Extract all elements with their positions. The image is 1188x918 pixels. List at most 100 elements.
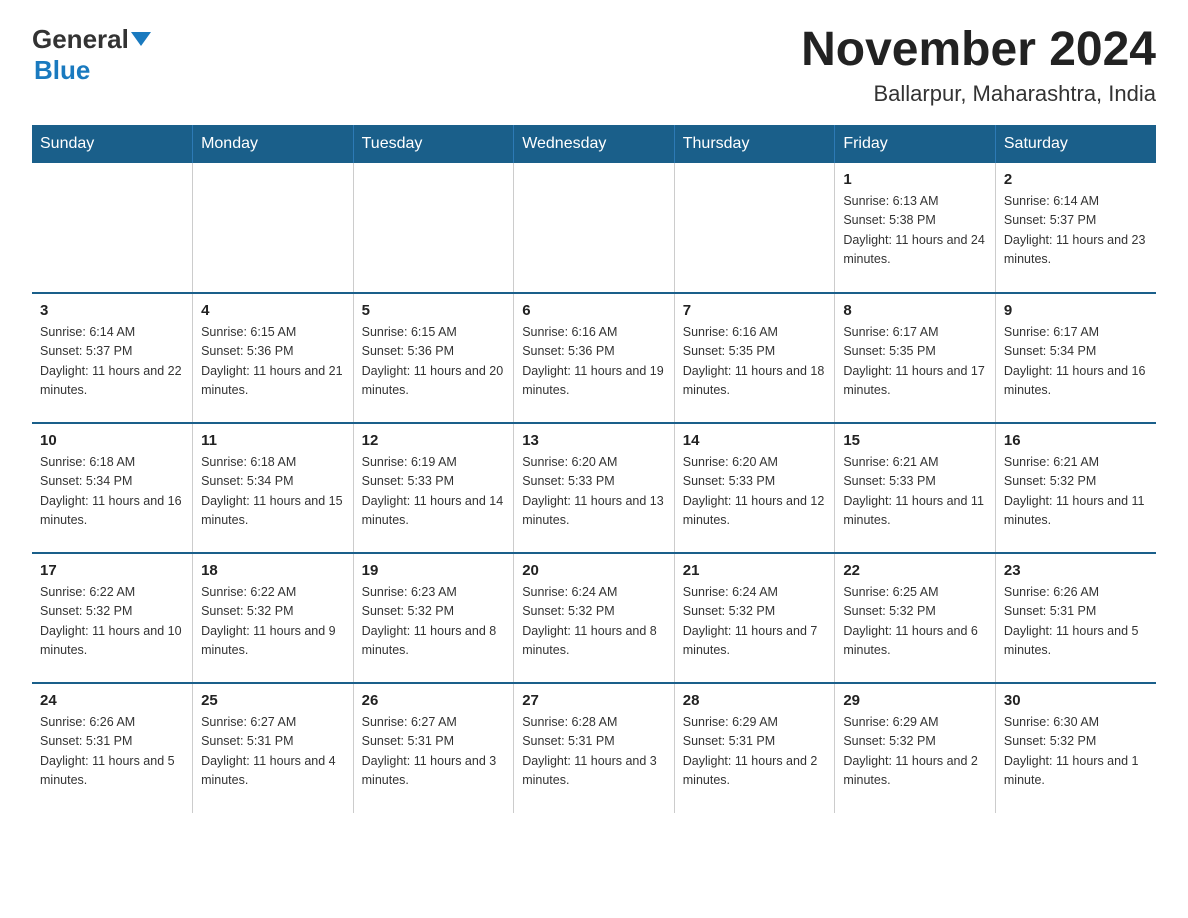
- calendar-cell: 9 Sunrise: 6:17 AMSunset: 5:34 PMDaylight…: [995, 293, 1156, 423]
- day-info: Sunrise: 6:28 AMSunset: 5:31 PMDaylight:…: [522, 713, 666, 791]
- calendar-cell: 22 Sunrise: 6:25 AMSunset: 5:32 PMDayligh…: [835, 553, 996, 683]
- day-info: Sunrise: 6:15 AMSunset: 5:36 PMDaylight:…: [201, 323, 345, 401]
- day-info: Sunrise: 6:25 AMSunset: 5:32 PMDaylight:…: [843, 583, 987, 661]
- calendar-cell: 24 Sunrise: 6:26 AMSunset: 5:31 PMDayligh…: [32, 683, 193, 813]
- day-number: 27: [522, 692, 666, 709]
- day-number: 12: [362, 432, 506, 449]
- day-info: Sunrise: 6:22 AMSunset: 5:32 PMDaylight:…: [201, 583, 345, 661]
- day-number: 2: [1004, 171, 1148, 188]
- calendar-cell: 13 Sunrise: 6:20 AMSunset: 5:33 PMDayligh…: [514, 423, 675, 553]
- calendar-week-row: 24 Sunrise: 6:26 AMSunset: 5:31 PMDayligh…: [32, 683, 1156, 813]
- day-info: Sunrise: 6:15 AMSunset: 5:36 PMDaylight:…: [362, 323, 506, 401]
- header-saturday: Saturday: [995, 125, 1156, 163]
- calendar-cell: 20 Sunrise: 6:24 AMSunset: 5:32 PMDayligh…: [514, 553, 675, 683]
- day-number: 18: [201, 562, 345, 579]
- day-info: Sunrise: 6:21 AMSunset: 5:33 PMDaylight:…: [843, 453, 987, 531]
- calendar-cell: 1Sunrise: 6:13 AMSunset: 5:38 PMDaylight…: [835, 163, 996, 293]
- day-number: 6: [522, 302, 666, 319]
- calendar-cell: 7Sunrise: 6:16 AMSunset: 5:35 PMDaylight…: [674, 293, 835, 423]
- calendar-cell: [514, 163, 675, 293]
- day-number: 7: [683, 302, 827, 319]
- day-info: Sunrise: 6:18 AMSunset: 5:34 PMDaylight:…: [201, 453, 345, 531]
- calendar-cell: 17Sunrise: 6:22 AMSunset: 5:32 PMDayligh…: [32, 553, 193, 683]
- day-info: Sunrise: 6:20 AMSunset: 5:33 PMDaylight:…: [522, 453, 666, 531]
- calendar-cell: 12 Sunrise: 6:19 AMSunset: 5:33 PMDayligh…: [353, 423, 514, 553]
- day-number: 3: [40, 302, 184, 319]
- day-number: 15: [843, 432, 987, 449]
- day-info: Sunrise: 6:29 AMSunset: 5:32 PMDaylight:…: [843, 713, 987, 791]
- page-header: General Blue November 2024 Ballarpur, Ma…: [32, 24, 1156, 107]
- calendar-cell: [674, 163, 835, 293]
- calendar-cell: 15 Sunrise: 6:21 AMSunset: 5:33 PMDayligh…: [835, 423, 996, 553]
- calendar-cell: 16Sunrise: 6:21 AMSunset: 5:32 PMDayligh…: [995, 423, 1156, 553]
- day-info: Sunrise: 6:26 AMSunset: 5:31 PMDaylight:…: [1004, 583, 1148, 661]
- day-info: Sunrise: 6:16 AMSunset: 5:36 PMDaylight:…: [522, 323, 666, 401]
- day-number: 30: [1004, 692, 1148, 709]
- calendar-cell: 5Sunrise: 6:15 AMSunset: 5:36 PMDaylight…: [353, 293, 514, 423]
- header-monday: Monday: [193, 125, 354, 163]
- calendar-subtitle: Ballarpur, Maharashtra, India: [801, 81, 1156, 107]
- calendar-table: SundayMondayTuesdayWednesdayThursdayFrid…: [32, 125, 1156, 813]
- calendar-cell: 18 Sunrise: 6:22 AMSunset: 5:32 PMDayligh…: [193, 553, 354, 683]
- day-info: Sunrise: 6:24 AMSunset: 5:32 PMDaylight:…: [683, 583, 827, 661]
- day-info: Sunrise: 6:27 AMSunset: 5:31 PMDaylight:…: [201, 713, 345, 791]
- calendar-cell: 27 Sunrise: 6:28 AMSunset: 5:31 PMDayligh…: [514, 683, 675, 813]
- calendar-cell: 3 Sunrise: 6:14 AMSunset: 5:37 PMDaylight…: [32, 293, 193, 423]
- day-info: Sunrise: 6:22 AMSunset: 5:32 PMDaylight:…: [40, 583, 184, 661]
- day-info: Sunrise: 6:24 AMSunset: 5:32 PMDaylight:…: [522, 583, 666, 661]
- calendar-cell: 29 Sunrise: 6:29 AMSunset: 5:32 PMDayligh…: [835, 683, 996, 813]
- day-number: 14: [683, 432, 827, 449]
- day-number: 23: [1004, 562, 1148, 579]
- day-number: 24: [40, 692, 184, 709]
- calendar-header-row: SundayMondayTuesdayWednesdayThursdayFrid…: [32, 125, 1156, 163]
- day-info: Sunrise: 6:17 AMSunset: 5:34 PMDaylight:…: [1004, 323, 1148, 401]
- day-number: 19: [362, 562, 506, 579]
- day-info: Sunrise: 6:27 AMSunset: 5:31 PMDaylight:…: [362, 713, 506, 791]
- day-number: 1: [843, 171, 987, 188]
- day-info: Sunrise: 6:14 AMSunset: 5:37 PMDaylight:…: [40, 323, 184, 401]
- day-number: 10: [40, 432, 184, 449]
- calendar-cell: 6 Sunrise: 6:16 AMSunset: 5:36 PMDaylight…: [514, 293, 675, 423]
- day-number: 11: [201, 432, 345, 449]
- calendar-cell: 19 Sunrise: 6:23 AMSunset: 5:32 PMDayligh…: [353, 553, 514, 683]
- day-number: 8: [843, 302, 987, 319]
- calendar-cell: 26 Sunrise: 6:27 AMSunset: 5:31 PMDayligh…: [353, 683, 514, 813]
- day-number: 21: [683, 562, 827, 579]
- calendar-cell: 10 Sunrise: 6:18 AMSunset: 5:34 PMDayligh…: [32, 423, 193, 553]
- header-wednesday: Wednesday: [514, 125, 675, 163]
- day-number: 20: [522, 562, 666, 579]
- day-info: Sunrise: 6:30 AMSunset: 5:32 PMDaylight:…: [1004, 713, 1148, 791]
- day-number: 13: [522, 432, 666, 449]
- calendar-week-row: 10 Sunrise: 6:18 AMSunset: 5:34 PMDayligh…: [32, 423, 1156, 553]
- day-info: Sunrise: 6:29 AMSunset: 5:31 PMDaylight:…: [683, 713, 827, 791]
- calendar-cell: 30 Sunrise: 6:30 AMSunset: 5:32 PMDayligh…: [995, 683, 1156, 813]
- calendar-cell: 11 Sunrise: 6:18 AMSunset: 5:34 PMDayligh…: [193, 423, 354, 553]
- calendar-cell: 21 Sunrise: 6:24 AMSunset: 5:32 PMDayligh…: [674, 553, 835, 683]
- day-number: 9: [1004, 302, 1148, 319]
- calendar-week-row: 17Sunrise: 6:22 AMSunset: 5:32 PMDayligh…: [32, 553, 1156, 683]
- day-number: 26: [362, 692, 506, 709]
- day-info: Sunrise: 6:23 AMSunset: 5:32 PMDaylight:…: [362, 583, 506, 661]
- day-info: Sunrise: 6:20 AMSunset: 5:33 PMDaylight:…: [683, 453, 827, 531]
- header-friday: Friday: [835, 125, 996, 163]
- header-sunday: Sunday: [32, 125, 193, 163]
- logo-general-text: General: [32, 24, 129, 55]
- calendar-cell: 2 Sunrise: 6:14 AMSunset: 5:37 PMDaylight…: [995, 163, 1156, 293]
- day-number: 22: [843, 562, 987, 579]
- day-info: Sunrise: 6:17 AMSunset: 5:35 PMDaylight:…: [843, 323, 987, 401]
- day-info: Sunrise: 6:19 AMSunset: 5:33 PMDaylight:…: [362, 453, 506, 531]
- day-number: 29: [843, 692, 987, 709]
- day-info: Sunrise: 6:14 AMSunset: 5:37 PMDaylight:…: [1004, 192, 1148, 270]
- header-tuesday: Tuesday: [353, 125, 514, 163]
- day-info: Sunrise: 6:18 AMSunset: 5:34 PMDaylight:…: [40, 453, 184, 531]
- calendar-cell: [32, 163, 193, 293]
- day-number: 16: [1004, 432, 1148, 449]
- day-number: 4: [201, 302, 345, 319]
- day-number: 25: [201, 692, 345, 709]
- logo: General Blue: [32, 24, 151, 86]
- calendar-week-row: 3 Sunrise: 6:14 AMSunset: 5:37 PMDaylight…: [32, 293, 1156, 423]
- logo-triangle-icon: [131, 32, 151, 46]
- calendar-cell: 4 Sunrise: 6:15 AMSunset: 5:36 PMDaylight…: [193, 293, 354, 423]
- calendar-week-row: 1Sunrise: 6:13 AMSunset: 5:38 PMDaylight…: [32, 163, 1156, 293]
- day-info: Sunrise: 6:26 AMSunset: 5:31 PMDaylight:…: [40, 713, 184, 791]
